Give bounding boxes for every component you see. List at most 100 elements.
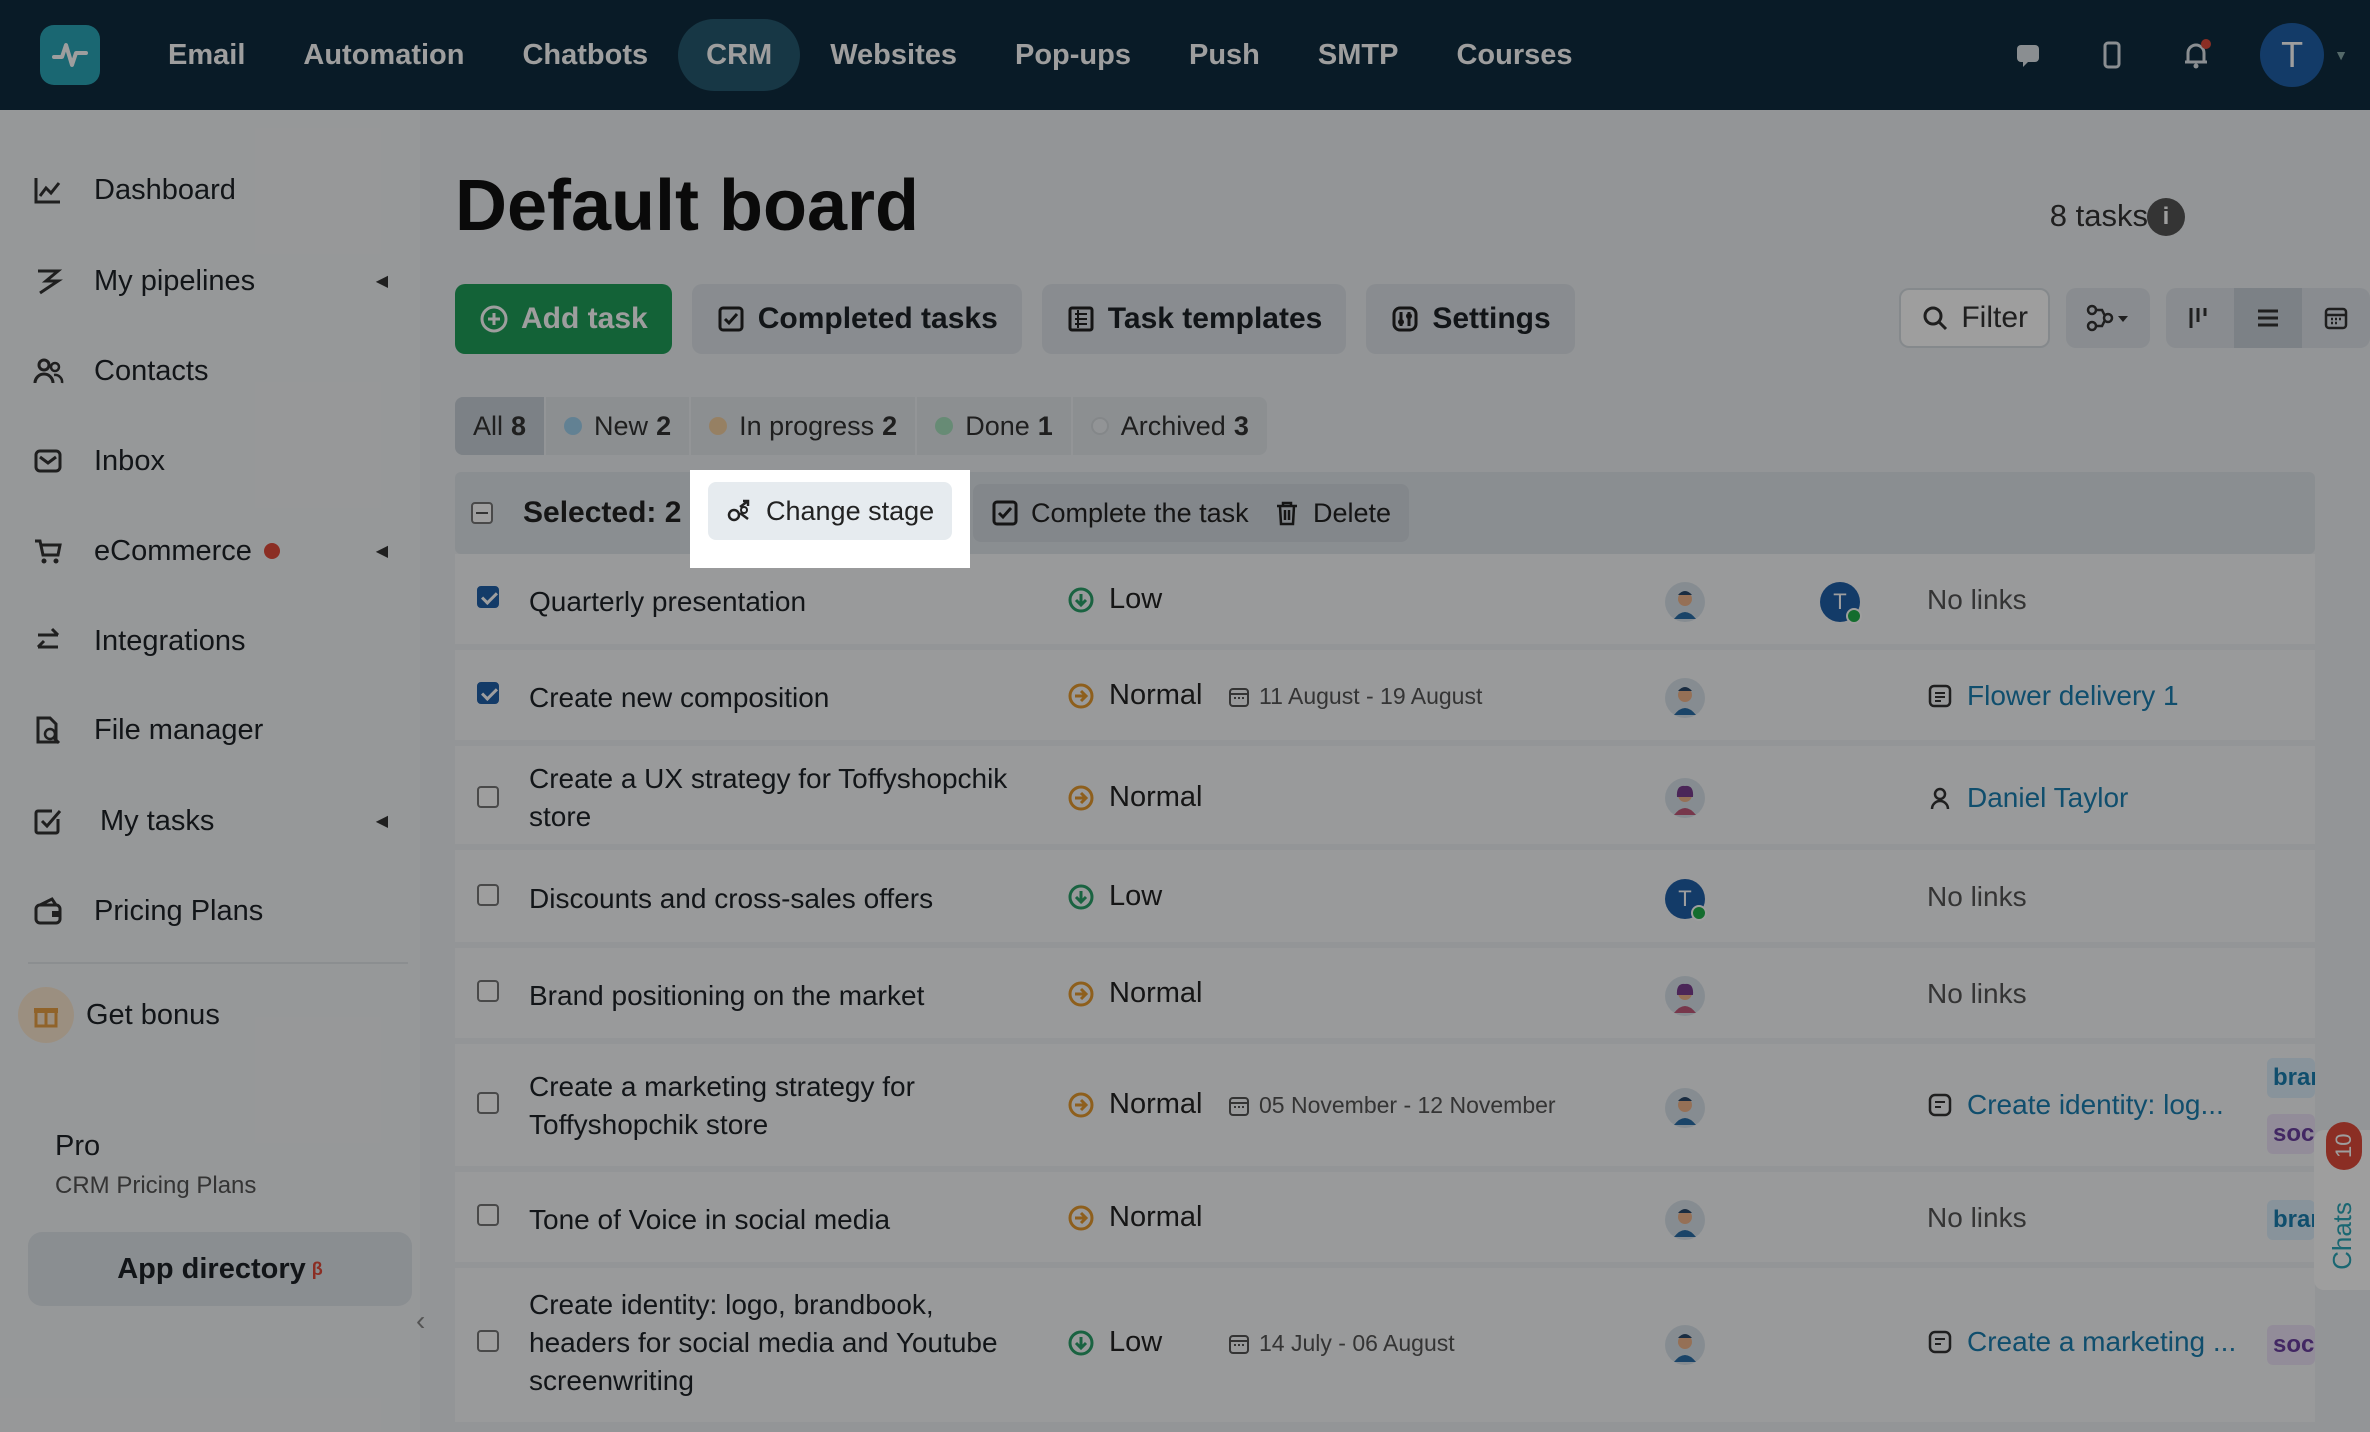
task-link[interactable]: Flower delivery 1 [1927,680,2179,712]
share-dropdown-button[interactable] [2066,288,2150,348]
task-link[interactable]: Create identity: log... [1927,1089,2224,1121]
task-title[interactable]: Tone of Voice in social media [529,1201,1049,1239]
sidebar-item-label: Integrations [94,624,246,657]
row-checkbox[interactable] [477,884,499,906]
sidebar-item-get-bonus[interactable]: Get bonus [18,980,408,1050]
table-row[interactable]: Create a UX strategy for Toffyshopchik s… [455,746,2315,850]
sidebar-item-my-tasks[interactable]: My tasks ◀ [28,786,408,856]
filter-button[interactable]: Filter [1899,288,2050,348]
task-title[interactable]: Create identity: logo, brandbook, header… [529,1286,1029,1400]
sidebar-item-file-manager[interactable]: File manager [28,695,408,765]
complete-task-button[interactable]: Complete the task [973,484,1267,542]
chevron-left-icon[interactable]: ◀ [376,811,388,831]
task-title[interactable]: Create a marketing strategy for Toffysho… [529,1068,1049,1144]
chats-widget[interactable]: 10 Chats [2314,1122,2370,1290]
task-title[interactable]: Create new composition [529,679,1049,717]
toolbar: Add task Completed tasks Task templates … [455,284,1595,354]
row-checkbox[interactable] [477,1330,499,1352]
sidebar-item-ecommerce[interactable]: eCommerce ◀ [28,516,408,586]
table-row[interactable]: Quarterly presentation Low T No links [455,554,2315,650]
nav-smtp[interactable]: SMTP [1290,19,1427,91]
sidebar-item-inbox[interactable]: Inbox [28,426,408,496]
info-icon[interactable]: i [2147,198,2185,236]
chevron-left-icon[interactable]: ◀ [376,271,388,291]
list-view-icon[interactable] [2234,288,2302,348]
task-title[interactable]: Create a UX strategy for Toffyshopchik s… [529,760,1049,836]
nav-automation[interactable]: Automation [275,19,492,91]
nav-courses[interactable]: Courses [1428,19,1600,91]
priority: Low [1067,583,1162,616]
tag-social[interactable]: social [2267,1114,2315,1154]
row-checkbox[interactable] [477,1204,499,1226]
tag-social[interactable]: social [2267,1325,2315,1365]
table-row[interactable]: Discounts and cross-sales offers Low T N… [455,850,2315,948]
dates-label: 11 August - 19 August [1259,683,1483,709]
add-task-button[interactable]: Add task [455,284,672,354]
calendar-view-icon[interactable] [2302,288,2370,348]
task-title[interactable]: Discounts and cross-sales offers [529,880,1049,918]
select-all-checkbox[interactable] [471,502,493,524]
mail-icon [28,441,68,481]
plan-subtitle[interactable]: CRM Pricing Plans [55,1172,256,1200]
tag-brand[interactable]: brand [2267,1200,2315,1240]
task-title[interactable]: Brand positioning on the market [529,977,1049,1015]
completed-tasks-button[interactable]: Completed tasks [691,284,1022,354]
chevron-left-icon[interactable]: ◀ [376,541,388,561]
sidebar-item-label: File manager [94,713,264,746]
user-avatar[interactable]: T [2260,23,2325,87]
tab-label: In progress [739,410,875,441]
table-row[interactable]: Create new composition Normal 11 August … [455,650,2315,746]
calendar-icon [1227,685,1251,709]
row-checkbox[interactable] [477,786,499,808]
nav-websites[interactable]: Websites [802,19,985,91]
gift-icon [18,987,74,1043]
notification-bell-icon[interactable] [2176,35,2216,75]
tab-new[interactable]: New 2 [546,397,692,455]
task-templates-button[interactable]: Task templates [1041,284,1347,354]
table-row[interactable]: Brand positioning on the market Normal N… [455,948,2315,1044]
app-directory-label: App directory [117,1252,306,1285]
settings-button[interactable]: Settings [1366,284,1575,354]
row-checkbox[interactable] [477,682,499,704]
mobile-icon[interactable] [2092,35,2132,75]
nav-email[interactable]: Email [140,19,273,91]
sidebar-item-integrations[interactable]: Integrations [28,606,408,676]
task-links: No links [1927,1202,2027,1233]
task-title[interactable]: Quarterly presentation [529,583,1049,621]
table-row[interactable]: Create a marketing strategy for Toffysho… [455,1044,2315,1172]
sidebar-item-dashboard[interactable]: Dashboard [28,155,408,225]
chat-icon[interactable] [2008,35,2048,75]
table-row[interactable]: Tone of Voice in social media Normal No … [455,1172,2315,1268]
app-logo-icon[interactable] [40,25,100,85]
task-dates: 11 August - 19 August [1227,683,1482,710]
delete-button[interactable]: Delete [1255,484,1410,542]
row-checkbox[interactable] [477,586,499,608]
table-row[interactable]: Create identity: logo, brandbook, header… [455,1268,2315,1428]
row-checkbox[interactable] [477,980,499,1002]
priority: Normal [1067,977,1202,1010]
tab-count: 8 [511,410,527,441]
avatar [1665,582,1705,622]
chevron-down-icon[interactable]: ▼ [2334,47,2348,63]
task-link[interactable]: Create a marketing ... [1927,1326,2236,1358]
nav-crm[interactable]: CRM [678,19,801,91]
tab-archived[interactable]: Archived 3 [1073,397,1267,455]
nav-popups[interactable]: Pop-ups [987,19,1159,91]
tab-in-progress[interactable]: In progress 2 [691,397,918,455]
priority-label: Normal [1109,1088,1203,1120]
nav-push[interactable]: Push [1161,19,1288,91]
tab-all[interactable]: All 8 [455,397,547,455]
change-stage-button[interactable]: Change stage [708,482,953,540]
trash-icon [1273,499,1301,527]
app-directory-button[interactable]: App directory β [28,1232,412,1306]
kanban-view-icon[interactable] [2166,288,2234,348]
task-link[interactable]: Daniel Taylor [1927,782,2128,814]
row-checkbox[interactable] [477,1092,499,1114]
sidebar-item-pipelines[interactable]: My pipelines ◀ [28,246,408,316]
collapse-sidebar-icon[interactable]: ‹ [416,1305,425,1337]
nav-chatbots[interactable]: Chatbots [494,19,676,91]
sidebar-item-pricing-plans[interactable]: Pricing Plans [28,876,408,946]
sidebar-item-contacts[interactable]: Contacts [28,336,408,406]
tab-done[interactable]: Done 1 [917,397,1073,455]
tag-brand[interactable]: brand [2267,1058,2315,1098]
